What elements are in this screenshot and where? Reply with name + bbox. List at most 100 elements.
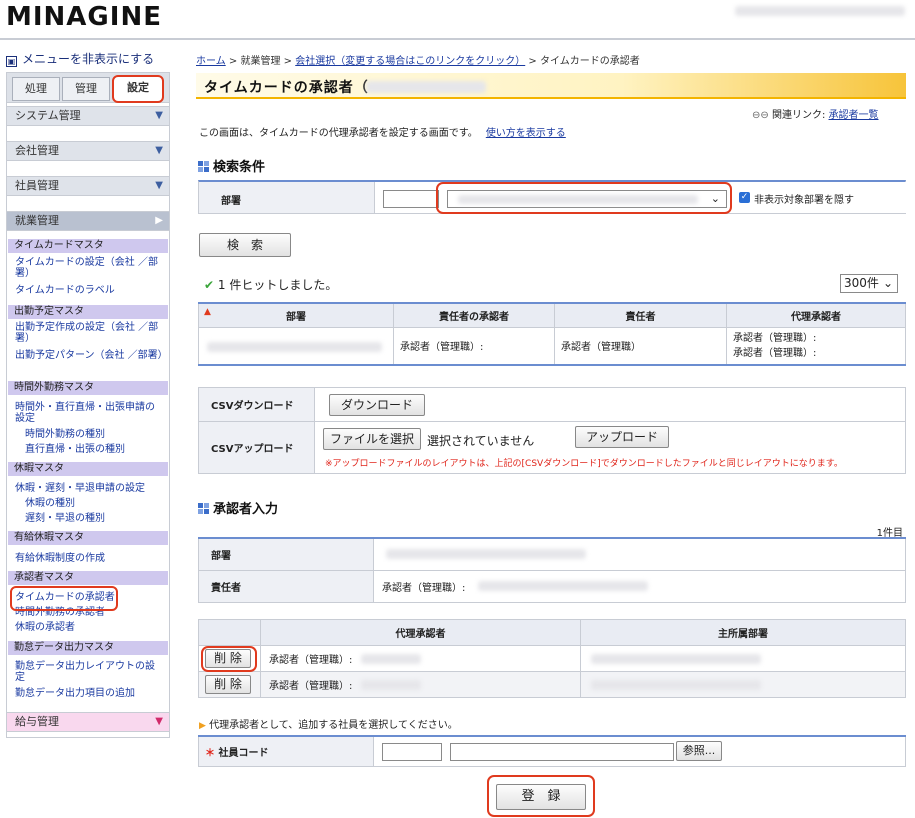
- dept-code-input[interactable]: [383, 190, 439, 208]
- link-timecard-label[interactable]: タイムカードのラベル: [15, 285, 163, 296]
- cell-approver: 承認者（管理職）:: [393, 326, 555, 366]
- cell-manager-text: 承認者（管理職）: [561, 342, 641, 354]
- redacted: [591, 654, 761, 664]
- approver-list-link[interactable]: 承認者一覧: [829, 110, 879, 121]
- code-label: 社員コード: [218, 747, 269, 759]
- cell-proxy-name: 承認者（管理職）:: [260, 645, 581, 672]
- cell-manager: 承認者（管理職）: [554, 326, 727, 366]
- redacted: [591, 680, 761, 690]
- cell-proxy-1: 承認者（管理職）:: [733, 332, 817, 344]
- link-paid-make[interactable]: 有給休暇制度の作成: [15, 553, 163, 564]
- group-company-label: 会社管理: [15, 144, 59, 157]
- code-label-cell: ＊ 社員コード: [198, 735, 374, 767]
- proxy-name-text: 承認者（管理職）:: [269, 655, 353, 666]
- section-schedule: 出勤予定マスタ: [8, 305, 168, 319]
- caret-right-icon: ▶: [155, 215, 163, 226]
- crumb-sep: >: [228, 56, 238, 67]
- group-system[interactable]: システム管理 ▼: [7, 106, 169, 126]
- link-direct-type[interactable]: 直行直帰・出張の種別: [25, 444, 173, 455]
- file-status: 選択されていません: [427, 434, 535, 448]
- cell-proxy-name: 承認者（管理職）:: [260, 671, 581, 698]
- group-work[interactable]: 就業管理 ▶: [7, 211, 169, 231]
- group-salary[interactable]: 給与管理 ▼: [7, 712, 169, 732]
- csv-upload-cell: ファイルを選択 選択されていません アップロード ※アップロードファイルのレイア…: [314, 421, 906, 474]
- proxy-name-text: 承認者（管理職）:: [269, 681, 353, 692]
- howto-link[interactable]: 使い方を表示する: [486, 128, 566, 139]
- browse-button[interactable]: 参照...: [676, 741, 722, 761]
- link-late-type[interactable]: 遅刻・早退の種別: [25, 513, 173, 524]
- link-export-layout[interactable]: 勤怠データ出力レイアウトの設定: [15, 661, 163, 683]
- group-system-label: システム管理: [15, 109, 81, 122]
- app-logo: MINAGINE: [6, 2, 162, 32]
- col-dept[interactable]: ▲ 部署: [198, 302, 394, 328]
- redacted: [478, 580, 648, 591]
- page-title-bar: タイムカードの承認者（: [196, 73, 906, 99]
- group-company[interactable]: 会社管理 ▼: [7, 141, 169, 161]
- sidebar: 処理 管理 設定 システム管理 ▼ 会社管理 ▼ 社員管理 ▼ 就業管理 ▶ タイムカー…: [6, 72, 170, 738]
- cell-approver-text: 承認者（管理職）:: [400, 342, 484, 354]
- header-divider: [0, 38, 915, 40]
- search-results-table: ▲ 部署 責任者の承認者 責任者 代理承認者 承認者（管理職）: 承認者（管理職）…: [198, 302, 906, 366]
- crumb-sep: >: [283, 56, 293, 67]
- col-main-dept: 主所属部署: [580, 619, 906, 646]
- employee-name-input[interactable]: [450, 743, 674, 761]
- redacted: [207, 341, 382, 352]
- employee-code-input[interactable]: [382, 743, 442, 761]
- crumb-work: 就業管理: [240, 56, 281, 67]
- page-description: この画面は、タイムカードの代理承認者を設定する画面です。 使い方を表示する: [199, 124, 566, 139]
- cell-delete: 削 除: [198, 671, 261, 698]
- col-dept-label: 部署: [286, 311, 306, 323]
- hide-checkbox[interactable]: ✓: [739, 192, 750, 203]
- col-proxy-approver: 代理承認者: [260, 619, 581, 646]
- link-leave-type[interactable]: 休暇の種別: [25, 498, 173, 509]
- link-leave-approver[interactable]: 休暇の承認者: [15, 622, 163, 633]
- arrow-right-icon: ▶: [199, 721, 206, 731]
- link-schedule-setting[interactable]: 出勤予定作成の設定（会社 ／部署）: [15, 322, 163, 344]
- approver-info-table: 部署 責任者 承認者（管理職）:: [198, 537, 906, 603]
- section-icon: [198, 161, 209, 172]
- link-schedule-pattern[interactable]: 出勤予定パターン（会社 ／部署）: [15, 350, 168, 361]
- link-export-items[interactable]: 勤怠データ出力項目の追加: [15, 688, 163, 699]
- highlight-timecard-approver: [10, 586, 118, 611]
- group-employee[interactable]: 社員管理 ▼: [7, 176, 169, 196]
- link-timecard-setting[interactable]: タイムカードの設定（会社 ／部署）: [15, 257, 163, 279]
- section-icon: [198, 503, 209, 514]
- redacted: [361, 680, 421, 690]
- table-row[interactable]: 承認者（管理職）: 承認者（管理職） 承認者（管理職）: 承認者（管理職）:: [198, 326, 906, 366]
- csv-download-cell: ダウンロード: [314, 387, 906, 422]
- group-work-label: 就業管理: [15, 214, 59, 227]
- link-overtime-type[interactable]: 時間外勤務の種別: [25, 429, 173, 440]
- tab-process[interactable]: 処理: [12, 77, 60, 101]
- section-approver: 承認者マスタ: [8, 571, 168, 585]
- redacted: [386, 549, 586, 559]
- upload-button[interactable]: アップロード: [575, 426, 669, 448]
- proxy-head-blank: [198, 619, 261, 646]
- breadcrumb: ホーム > 就業管理 > 会社選択（変更する場合はこのリンクをクリック） > タ…: [196, 52, 640, 67]
- menu-toggle-link[interactable]: ▣ メニューを非表示にする: [6, 50, 154, 67]
- highlight-delete: [201, 646, 257, 672]
- approver-dept-value: [373, 537, 906, 571]
- crumb-company[interactable]: 会社選択（変更する場合はこのリンクをクリック）: [295, 56, 525, 67]
- group-employee-label: 社員管理: [15, 179, 59, 192]
- result-text: 1 件ヒットしました。: [217, 278, 338, 292]
- section-paid: 有給休暇マスタ: [8, 531, 168, 545]
- delete-button[interactable]: 削 除: [205, 675, 251, 694]
- search-button[interactable]: 検 索: [199, 233, 291, 257]
- proxy-table: 代理承認者 主所属部署 削 除 承認者（管理職）: 削 除 承認者（管理職）:: [198, 619, 906, 698]
- tab-manage[interactable]: 管理: [62, 77, 110, 101]
- csv-download-label: CSVダウンロード: [198, 387, 315, 422]
- sort-icon[interactable]: ▲: [204, 307, 211, 317]
- crumb-home[interactable]: ホーム: [196, 56, 226, 67]
- approver-dept-label: 部署: [198, 537, 374, 571]
- redacted: [361, 654, 421, 664]
- link-leave-setting[interactable]: 休暇・遅刻・早退申請の設定: [15, 483, 163, 494]
- crumb-sep: >: [528, 56, 537, 67]
- link-overtime-setting[interactable]: 時間外・直行直帰・出張申請の設定: [15, 402, 163, 424]
- dept-label: 部署: [221, 196, 241, 207]
- download-button[interactable]: ダウンロード: [329, 394, 425, 416]
- col-proxy: 代理承認者: [726, 302, 906, 328]
- per-page-select[interactable]: 300件 ⌄: [840, 274, 898, 293]
- tab-settings[interactable]: 設定: [112, 75, 164, 103]
- file-select-button[interactable]: ファイルを選択: [323, 428, 421, 450]
- related-label: 関連リンク:: [771, 110, 826, 121]
